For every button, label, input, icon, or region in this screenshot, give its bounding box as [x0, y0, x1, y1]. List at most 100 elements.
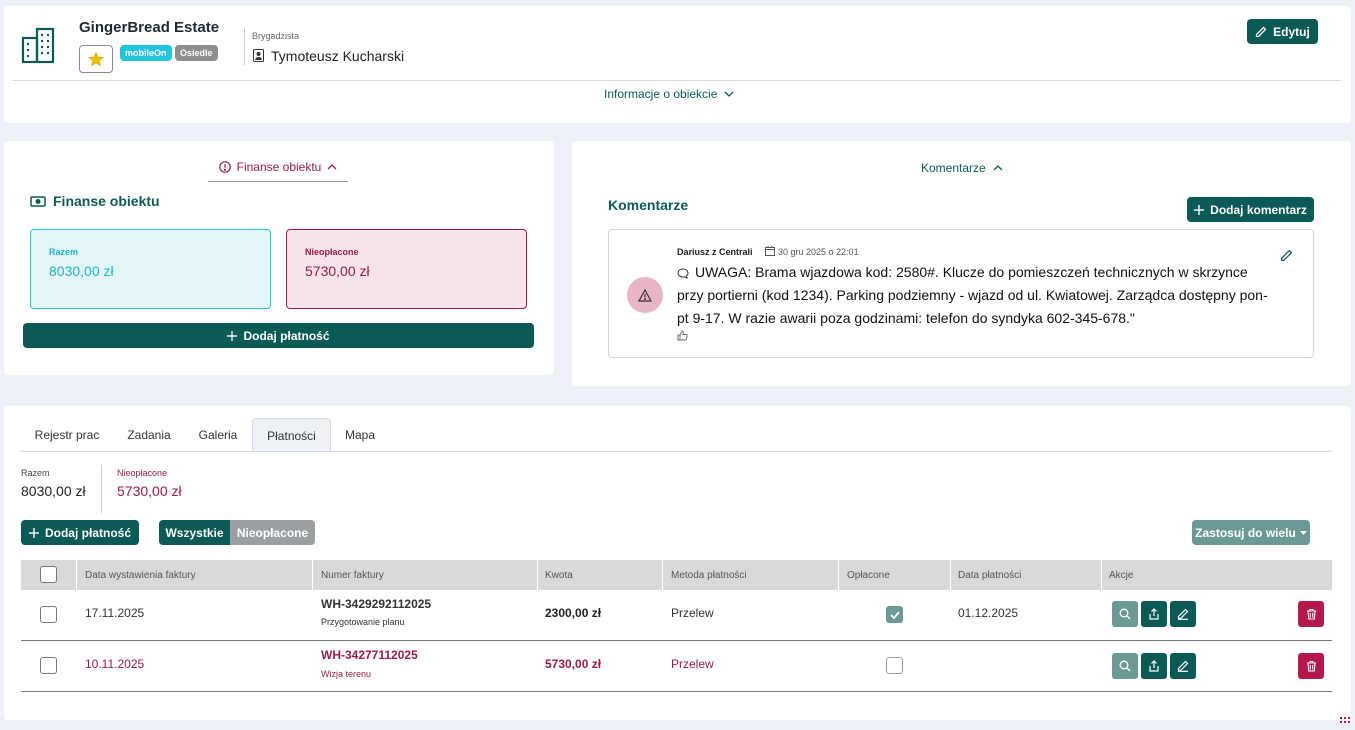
info-toggle-label: Informacje o obiekcie	[604, 87, 718, 101]
th-divider	[76, 560, 77, 590]
payments-unpaid-label: Nieopłacone	[117, 468, 168, 478]
finance-toggle[interactable]: Finanse obiektu	[208, 153, 348, 182]
badge-osiedle: Osiedle	[175, 45, 218, 61]
tab-mapa[interactable]: Mapa	[335, 418, 385, 452]
delete-button[interactable]	[1298, 601, 1324, 627]
filter-unpaid-button[interactable]: Nieopłacone	[230, 520, 315, 545]
plus-icon	[1194, 204, 1205, 215]
edit-button[interactable]: Edytuj	[1247, 19, 1318, 44]
share-button[interactable]	[1141, 653, 1167, 679]
th-invoice-number: Numer faktury	[321, 569, 384, 581]
view-button[interactable]	[1112, 653, 1138, 679]
comment-date: 30 gru 2025 o 22:01	[778, 247, 859, 257]
money-icon	[30, 196, 46, 207]
comments-toggle[interactable]: Komentarze	[921, 161, 1003, 175]
tab-rejestr-prac[interactable]: Rejestr prac	[24, 418, 110, 452]
payments-add-label: Dodaj płatność	[44, 525, 131, 540]
finance-add-payment-button[interactable]: Dodaj płatność	[23, 323, 534, 348]
payments-total-value: 8030,00 zł	[21, 483, 86, 499]
th-divider	[537, 560, 538, 590]
th-amount: Kwota	[545, 569, 573, 581]
plus-icon	[28, 527, 39, 538]
view-button[interactable]	[1112, 601, 1138, 627]
payments-unpaid-value: 5730,00 zł	[117, 483, 182, 499]
select-all-checkbox[interactable]	[40, 566, 57, 583]
finance-total-label: Razem	[49, 247, 79, 257]
add-comment-button[interactable]: Dodaj komentarz	[1187, 197, 1314, 222]
caret-down-icon	[1299, 530, 1307, 535]
finance-unpaid-value: 5730,00 zł	[305, 263, 370, 279]
person-icon	[253, 49, 264, 62]
row-issue-date: 17.11.2025	[85, 606, 145, 620]
thumbs-up-icon[interactable]	[677, 330, 688, 341]
comment-text: UWAGA: Brama wjazdowa kod: 2580#. Klucze…	[677, 264, 1268, 326]
payments-summary-divider	[101, 465, 102, 513]
row-checkbox[interactable]	[40, 657, 57, 674]
chevron-down-icon	[724, 91, 734, 97]
resize-grip-icon[interactable]	[1340, 717, 1350, 725]
comment-author: Dariusz z Centrali	[677, 247, 753, 257]
th-actions: Akcje	[1109, 569, 1134, 581]
finance-unpaid-box: Nieopłacone 5730,00 zł	[286, 229, 527, 309]
header-separator	[12, 80, 1341, 81]
trash-icon	[1306, 660, 1317, 672]
row-paid-checkbox[interactable]	[886, 657, 903, 674]
add-comment-label: Dodaj komentarz	[1210, 202, 1307, 217]
row-invoice-desc: Przygotowanie planu	[321, 617, 405, 627]
row-invoice-number[interactable]: WH-3429292112025	[321, 597, 431, 611]
pencil-icon	[1255, 26, 1267, 38]
share-button[interactable]	[1141, 601, 1167, 627]
favorite-button[interactable]	[79, 45, 113, 73]
row-issue-date: 10.11.2025	[85, 657, 145, 671]
row-amount: 5730,00 zł	[545, 657, 602, 671]
edit-row-button[interactable]	[1170, 653, 1196, 679]
bulk-apply-dropdown[interactable]: Zastosuj do wielu	[1192, 520, 1310, 545]
payments-total-label: Razem	[21, 468, 50, 478]
payments-add-button[interactable]: Dodaj płatność	[21, 520, 139, 545]
comment-edit-icon[interactable]	[1280, 249, 1293, 262]
building-icon	[20, 26, 58, 64]
foreman-label: Brygadzista	[252, 31, 300, 41]
th-divider	[662, 560, 663, 590]
info-toggle[interactable]: Informacje o obiekcie	[604, 87, 734, 101]
tab-platnosci[interactable]: Płatności	[252, 418, 331, 452]
finance-unpaid-label: Nieopłacone	[305, 247, 359, 257]
badge-mobileon: mobileOn	[120, 45, 172, 61]
th-divider	[950, 560, 951, 590]
row-payment-date: 01.12.2025	[958, 606, 1019, 620]
share-icon	[1148, 660, 1160, 672]
pencil-icon	[1177, 660, 1189, 672]
th-issue-date: Data wystawienia faktury	[85, 569, 196, 581]
th-divider	[312, 560, 313, 590]
trash-icon	[1306, 608, 1317, 620]
row-paid-checkbox[interactable]	[886, 606, 903, 623]
pencil-icon	[1177, 608, 1189, 620]
header-divider	[244, 28, 245, 65]
object-title: GingerBread Estate	[79, 19, 220, 36]
finance-add-payment-label: Dodaj płatność	[243, 328, 330, 343]
edit-row-button[interactable]	[1170, 601, 1196, 627]
alert-circle-icon	[218, 161, 231, 173]
row-method: Przelew	[671, 657, 714, 671]
comment-item: Dariusz z Centrali 30 gru 2025 o 22:01 U…	[608, 229, 1314, 358]
row-invoice-number[interactable]: WH-34277112025	[321, 648, 418, 662]
comments-heading: Komentarze	[608, 197, 689, 213]
finance-heading: Finanse obiektu	[53, 193, 160, 209]
foreman-name: Tymoteusz Kucharski	[271, 48, 405, 64]
tab-zadania[interactable]: Zadania	[117, 418, 181, 452]
th-paid: Opłacone	[847, 569, 890, 581]
tab-galeria[interactable]: Galeria	[188, 418, 248, 452]
object-header-card: GingerBread Estate mobileOn Osiedle Bryg…	[4, 6, 1351, 123]
th-divider	[838, 560, 839, 590]
chevron-up-icon	[993, 165, 1003, 171]
th-divider	[1101, 560, 1102, 590]
th-method: Metoda płatności	[671, 569, 747, 581]
delete-button[interactable]	[1298, 653, 1324, 679]
filter-all-button[interactable]: Wszystkie	[159, 520, 230, 545]
bulk-apply-label: Zastosuj do wielu	[1195, 525, 1296, 540]
warning-avatar-icon	[627, 277, 663, 313]
row-checkbox[interactable]	[40, 606, 57, 623]
comments-toggle-label: Komentarze	[921, 161, 986, 175]
finance-total-box: Razem 8030,00 zł	[30, 229, 271, 309]
share-icon	[1148, 608, 1160, 620]
